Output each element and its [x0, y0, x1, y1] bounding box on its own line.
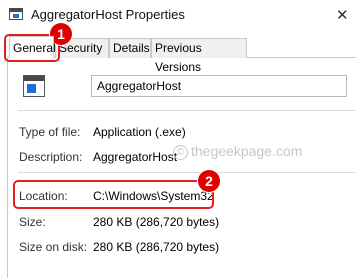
file-name-field[interactable] — [91, 75, 347, 97]
application-icon — [9, 8, 23, 20]
tab-general[interactable]: General — [9, 36, 56, 58]
watermark: © thegeekpage.com — [173, 143, 302, 160]
file-icon — [23, 75, 45, 97]
watermark-text: thegeekpage.com — [191, 143, 303, 159]
tab-details[interactable]: Details — [109, 38, 151, 58]
window-title: AggregatorHost Properties — [31, 7, 185, 22]
type-label: Type of file: — [19, 125, 81, 139]
divider — [18, 110, 356, 111]
step-2-badge: 2 — [198, 170, 220, 192]
size-on-disk-label: Size on disk: — [19, 240, 88, 254]
size-label: Size: — [19, 215, 46, 229]
type-value: Application (.exe) — [93, 125, 186, 139]
description-value: AggregatorHost — [93, 150, 178, 164]
location-highlight — [13, 180, 214, 209]
description-label: Description: — [19, 150, 83, 164]
tab-strip: General Security Details Previous Versio… — [0, 36, 356, 74]
tab-previous-versions[interactable]: Previous Versions — [151, 38, 247, 74]
size-on-disk-value: 280 KB (286,720 bytes) — [93, 240, 220, 254]
size-value: 280 KB (286,720 bytes) — [93, 215, 220, 229]
divider — [18, 172, 356, 173]
copyright-icon: © — [173, 145, 188, 160]
close-icon[interactable]: ✕ — [336, 6, 349, 24]
